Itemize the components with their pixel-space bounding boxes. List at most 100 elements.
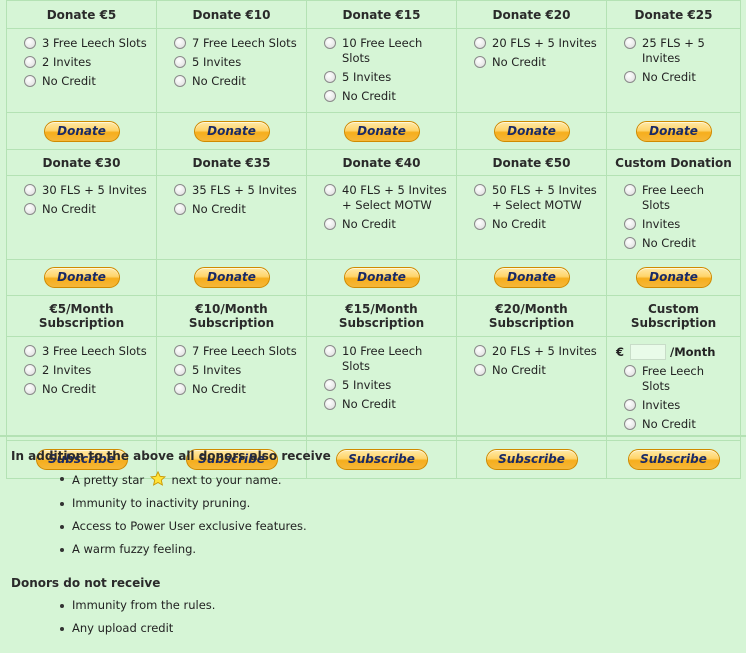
tier-title: Donate €50 bbox=[456, 149, 607, 176]
option-row[interactable]: 10 Free Leech Slots bbox=[313, 36, 450, 66]
option-row[interactable]: 50 FLS + 5 Invites + Select MOTW bbox=[463, 183, 600, 213]
option-label: No Credit bbox=[642, 70, 696, 84]
radio-button[interactable] bbox=[174, 345, 186, 357]
option-row[interactable]: 3 Free Leech Slots bbox=[13, 36, 150, 51]
donation-grid: Donate €5 Donate €10 Donate €15 Donate €… bbox=[6, 0, 741, 479]
donate-button[interactable]: Donate bbox=[635, 267, 712, 288]
donate-button[interactable]: Donate bbox=[43, 267, 120, 288]
radio-button[interactable] bbox=[324, 345, 336, 357]
radio-button[interactable] bbox=[624, 418, 636, 430]
option-row[interactable]: No Credit bbox=[13, 74, 150, 89]
donate-button[interactable]: Donate bbox=[343, 120, 420, 142]
radio-button[interactable] bbox=[24, 37, 36, 49]
radio-button[interactable] bbox=[24, 203, 36, 215]
radio-button[interactable] bbox=[324, 379, 336, 391]
radio-button[interactable] bbox=[174, 184, 186, 196]
option-row[interactable]: No Credit bbox=[613, 417, 734, 432]
option-row[interactable]: 5 Invites bbox=[163, 55, 300, 70]
option-row[interactable]: Invites bbox=[613, 217, 734, 232]
radio-button[interactable] bbox=[174, 203, 186, 215]
radio-button[interactable] bbox=[324, 71, 336, 83]
donate-button[interactable]: Donate bbox=[193, 267, 270, 288]
option-label: Free Leech Slots bbox=[642, 183, 705, 212]
radio-button[interactable] bbox=[474, 184, 486, 196]
option-row[interactable]: No Credit bbox=[613, 236, 734, 251]
option-row[interactable]: No Credit bbox=[463, 363, 600, 378]
option-row[interactable]: 5 Invites bbox=[313, 378, 450, 393]
option-row[interactable]: 30 FLS + 5 Invites bbox=[13, 183, 150, 198]
option-row[interactable]: 35 FLS + 5 Invites bbox=[163, 183, 300, 198]
option-row[interactable]: 7 Free Leech Slots bbox=[163, 36, 300, 51]
option-list: 20 FLS + 5 Invites No Credit bbox=[463, 29, 600, 78]
option-label: No Credit bbox=[342, 217, 396, 231]
radio-button[interactable] bbox=[174, 37, 186, 49]
option-row[interactable]: 40 FLS + 5 Invites + Select MOTW bbox=[313, 183, 450, 213]
radio-button[interactable] bbox=[624, 399, 636, 411]
option-row[interactable]: No Credit bbox=[313, 397, 450, 412]
donate-button[interactable]: Donate bbox=[635, 120, 712, 142]
option-row[interactable]: No Credit bbox=[13, 202, 150, 217]
option-row[interactable]: Free Leech Slots bbox=[613, 364, 734, 394]
option-row[interactable]: 2 Invites bbox=[13, 363, 150, 378]
option-row[interactable]: No Credit bbox=[463, 55, 600, 70]
option-row[interactable]: 7 Free Leech Slots bbox=[163, 344, 300, 359]
option-row[interactable]: No Credit bbox=[463, 217, 600, 232]
radio-button[interactable] bbox=[474, 364, 486, 376]
option-list: 10 Free Leech Slots 5 Invites No Credit bbox=[313, 29, 450, 112]
radio-button[interactable] bbox=[324, 218, 336, 230]
radio-button[interactable] bbox=[324, 398, 336, 410]
option-row[interactable]: 20 FLS + 5 Invites bbox=[463, 344, 600, 359]
tier-title: Donate €35 bbox=[156, 149, 307, 176]
radio-button[interactable] bbox=[324, 37, 336, 49]
option-label: 5 Invites bbox=[342, 70, 392, 84]
donate-button[interactable]: Donate bbox=[493, 120, 570, 142]
radio-button[interactable] bbox=[624, 37, 636, 49]
option-row[interactable]: No Credit bbox=[313, 89, 450, 104]
option-label: 25 FLS + 5 Invites bbox=[642, 36, 705, 65]
option-row[interactable]: Free Leech Slots bbox=[613, 183, 734, 213]
donate-button[interactable]: Donate bbox=[493, 267, 570, 288]
donate-button[interactable]: Donate bbox=[43, 120, 120, 142]
option-row[interactable]: No Credit bbox=[163, 74, 300, 89]
radio-button[interactable] bbox=[624, 184, 636, 196]
radio-button[interactable] bbox=[624, 237, 636, 249]
radio-button[interactable] bbox=[324, 184, 336, 196]
radio-button[interactable] bbox=[474, 345, 486, 357]
radio-button[interactable] bbox=[474, 37, 486, 49]
radio-button[interactable] bbox=[174, 56, 186, 68]
option-row[interactable]: 10 Free Leech Slots bbox=[313, 344, 450, 374]
exclusions-list: Immunity from the rules. Any upload cred… bbox=[60, 598, 731, 636]
radio-button[interactable] bbox=[24, 383, 36, 395]
option-row[interactable]: 20 FLS + 5 Invites bbox=[463, 36, 600, 51]
radio-button[interactable] bbox=[24, 345, 36, 357]
custom-amount-input[interactable] bbox=[630, 344, 667, 360]
radio-button[interactable] bbox=[324, 90, 336, 102]
option-label: No Credit bbox=[192, 74, 246, 88]
radio-button[interactable] bbox=[174, 75, 186, 87]
option-row[interactable]: 25 FLS + 5 Invites bbox=[613, 36, 734, 66]
option-row[interactable]: 5 Invites bbox=[163, 363, 300, 378]
option-row[interactable]: No Credit bbox=[163, 202, 300, 217]
option-row[interactable]: 3 Free Leech Slots bbox=[13, 344, 150, 359]
option-row[interactable]: Invites bbox=[613, 398, 734, 413]
radio-button[interactable] bbox=[474, 56, 486, 68]
option-row[interactable]: 2 Invites bbox=[13, 55, 150, 70]
option-row[interactable]: No Credit bbox=[13, 382, 150, 397]
radio-button[interactable] bbox=[174, 383, 186, 395]
radio-button[interactable] bbox=[174, 364, 186, 376]
tier-title: Donate €15 bbox=[306, 0, 457, 29]
radio-button[interactable] bbox=[624, 365, 636, 377]
radio-button[interactable] bbox=[24, 184, 36, 196]
donate-button[interactable]: Donate bbox=[193, 120, 270, 142]
donate-button[interactable]: Donate bbox=[343, 267, 420, 288]
radio-button[interactable] bbox=[624, 71, 636, 83]
radio-button[interactable] bbox=[624, 218, 636, 230]
radio-button[interactable] bbox=[24, 75, 36, 87]
option-row[interactable]: 5 Invites bbox=[313, 70, 450, 85]
option-row[interactable]: No Credit bbox=[313, 217, 450, 232]
radio-button[interactable] bbox=[474, 218, 486, 230]
radio-button[interactable] bbox=[24, 56, 36, 68]
option-row[interactable]: No Credit bbox=[163, 382, 300, 397]
radio-button[interactable] bbox=[24, 364, 36, 376]
option-row[interactable]: No Credit bbox=[613, 70, 734, 85]
